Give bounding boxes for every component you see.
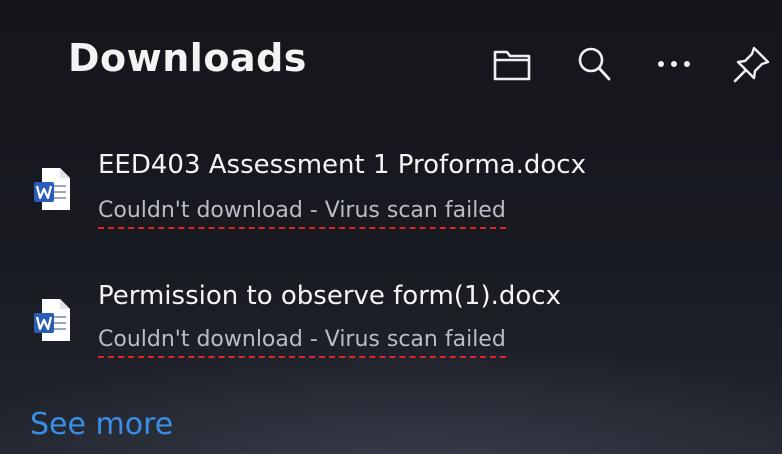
file-name: EED403 Assessment 1 Proforma.docx	[98, 150, 586, 180]
downloads-panel: Downloads EED403 Assessment 1 Proforma.d…	[0, 0, 782, 454]
download-item[interactable]: Permission to observe form(1).docx Could…	[0, 275, 782, 385]
pin-icon[interactable]	[732, 44, 772, 84]
folder-icon[interactable]	[492, 44, 532, 84]
panel-title: Downloads	[68, 36, 307, 80]
word-document-icon	[32, 166, 72, 212]
see-more-link[interactable]: See more	[30, 407, 173, 442]
download-status: Couldn't download - Virus scan failed	[98, 327, 506, 358]
download-item[interactable]: EED403 Assessment 1 Proforma.docx Couldn…	[0, 140, 782, 250]
download-status: Couldn't download - Virus scan failed	[98, 198, 506, 229]
search-icon[interactable]	[574, 44, 614, 84]
more-icon[interactable]	[654, 44, 694, 84]
word-document-icon	[32, 297, 72, 343]
file-name: Permission to observe form(1).docx	[98, 281, 561, 311]
